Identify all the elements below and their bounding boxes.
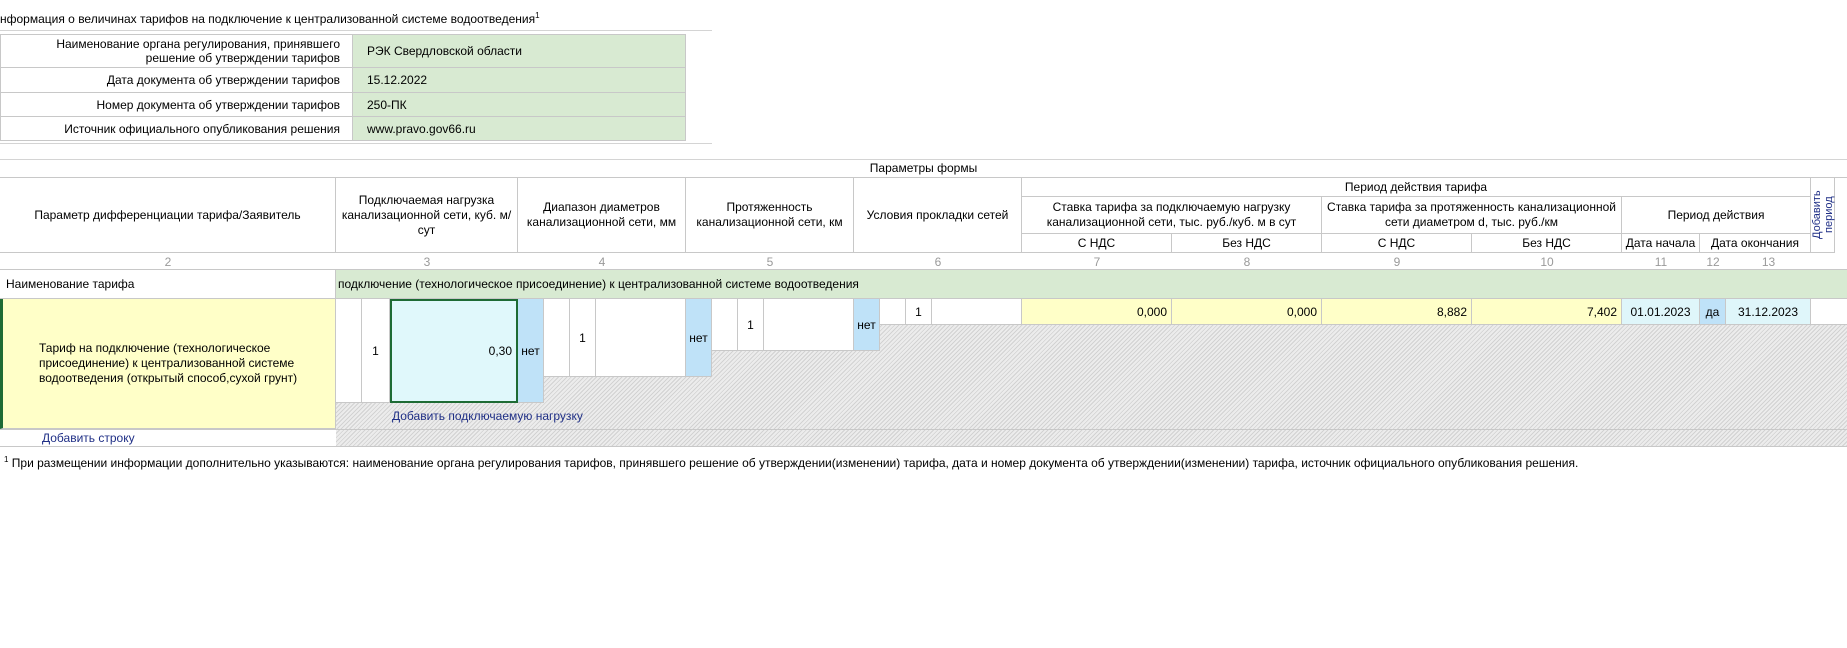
info-label: Наименование органа регулирования, приня… xyxy=(1,35,353,67)
info-row-regulator: Наименование органа регулирования, приня… xyxy=(0,34,686,68)
col-number: 5 xyxy=(766,254,774,269)
info-value[interactable]: www.pravo.gov66.ru xyxy=(353,117,685,140)
info-value[interactable]: 250-ПК xyxy=(353,93,685,116)
tariff-name-label: Наименование тарифа xyxy=(0,270,336,299)
load-flag[interactable]: нет xyxy=(518,299,544,403)
header-rate-load: Ставка тарифа за подключаемую нагрузку к… xyxy=(1022,197,1322,234)
page-title: нформация о величинах тарифов на подключ… xyxy=(0,0,712,31)
header-load: Подключаемая нагрузка канализационной се… xyxy=(336,178,518,253)
load-value-input[interactable]: 0,30 xyxy=(390,299,518,403)
header-period-group: Период действия тарифа xyxy=(1022,178,1811,197)
length-index: 1 xyxy=(738,299,764,351)
add-period-label: Добавить период xyxy=(1810,190,1835,240)
info-value[interactable]: 15.12.2022 xyxy=(353,68,685,92)
diameter-flag[interactable]: нет xyxy=(686,299,712,377)
header-diameter: Диапазон диаметров канализационной сети,… xyxy=(518,178,686,253)
load-index: 1 xyxy=(362,299,390,403)
col-number: 13 xyxy=(1761,254,1776,269)
info-label: Номер документа об утверждении тарифов xyxy=(1,93,353,116)
footnote-mark: 1 xyxy=(4,455,9,464)
period-flag[interactable]: да xyxy=(1700,299,1726,325)
col-number: 4 xyxy=(598,254,606,269)
title-text: нформация о величинах тарифов на подключ… xyxy=(0,12,536,26)
add-period-button[interactable]: Добавить период xyxy=(1811,178,1835,253)
params-title: Параметры формы xyxy=(0,160,1847,178)
info-row-date: Дата документа об утверждении тарифов 15… xyxy=(0,68,686,93)
header-length: Протяженность канализационной сети, км xyxy=(686,178,854,253)
footnote: 1 При размещении информации дополнительн… xyxy=(4,455,1844,470)
conditions-input[interactable] xyxy=(932,299,1022,325)
date-end-input[interactable]: 31.12.2023 xyxy=(1726,299,1811,325)
rate-load-without-vat[interactable]: 0,000 xyxy=(1172,299,1322,325)
col-number: 2 xyxy=(164,254,172,269)
row-spacer xyxy=(544,299,570,377)
header-conditions: Условия прокладки сетей xyxy=(854,178,1022,253)
length-flag[interactable]: нет xyxy=(854,299,880,351)
rate-length-without-vat[interactable]: 7,402 xyxy=(1472,299,1622,325)
col-number: 7 xyxy=(1093,254,1101,269)
col-number: 3 xyxy=(423,254,431,269)
info-label: Дата документа об утверждении тарифов xyxy=(1,68,353,92)
col-number: 11 xyxy=(1654,254,1668,269)
header-rate-length: Ставка тарифа за протяженность канализац… xyxy=(1322,197,1622,234)
header-period: Период действия xyxy=(1622,197,1811,234)
length-input[interactable] xyxy=(764,299,854,351)
info-row-source: Источник официального опубликования реше… xyxy=(0,117,686,141)
col-number: 6 xyxy=(934,254,942,269)
footnote-text: При размещении информации дополнительно … xyxy=(11,456,1579,470)
divider xyxy=(0,143,712,144)
header-with-vat: С НДС xyxy=(1022,234,1172,253)
tariff-description[interactable]: Тариф на подключение (технологическое пр… xyxy=(0,299,336,429)
row-spacer xyxy=(1811,299,1847,325)
row-spacer xyxy=(880,299,906,325)
header-without-vat: Без НДС xyxy=(1172,234,1322,253)
info-value[interactable]: РЭК Свердловской области xyxy=(353,35,685,67)
header-date-start: Дата начала xyxy=(1622,234,1700,253)
add-load-link[interactable]: Добавить подключаемую нагрузку xyxy=(392,408,583,424)
diameter-input[interactable] xyxy=(596,299,686,377)
tariff-name-value[interactable]: подключение (технологическое присоединен… xyxy=(336,270,1847,299)
col-number: 8 xyxy=(1243,254,1251,269)
rate-length-with-vat[interactable]: 8,882 xyxy=(1322,299,1472,325)
header-without-vat-2: Без НДС xyxy=(1472,234,1622,253)
info-row-number: Номер документа об утверждении тарифов 2… xyxy=(0,93,686,117)
row-spacer xyxy=(712,299,738,351)
col-number: 12 xyxy=(1706,254,1720,269)
col-number: 9 xyxy=(1393,254,1401,269)
date-start-input[interactable]: 01.01.2023 xyxy=(1622,299,1700,325)
row-spacer xyxy=(336,299,362,403)
title-footnote-mark: 1 xyxy=(535,11,540,20)
col-number: 10 xyxy=(1540,254,1554,269)
rate-load-with-vat[interactable]: 0,000 xyxy=(1022,299,1172,325)
header-param: Параметр дифференциации тарифа/Заявитель xyxy=(0,178,336,253)
diameter-index: 1 xyxy=(570,299,596,377)
hatched-area xyxy=(336,430,1847,446)
header-with-vat-2: С НДС xyxy=(1322,234,1472,253)
add-row-link[interactable]: Добавить строку xyxy=(42,430,135,446)
header-date-end: Дата окончания xyxy=(1700,234,1811,253)
conditions-index: 1 xyxy=(906,299,932,325)
info-label: Источник официального опубликования реше… xyxy=(1,117,353,140)
